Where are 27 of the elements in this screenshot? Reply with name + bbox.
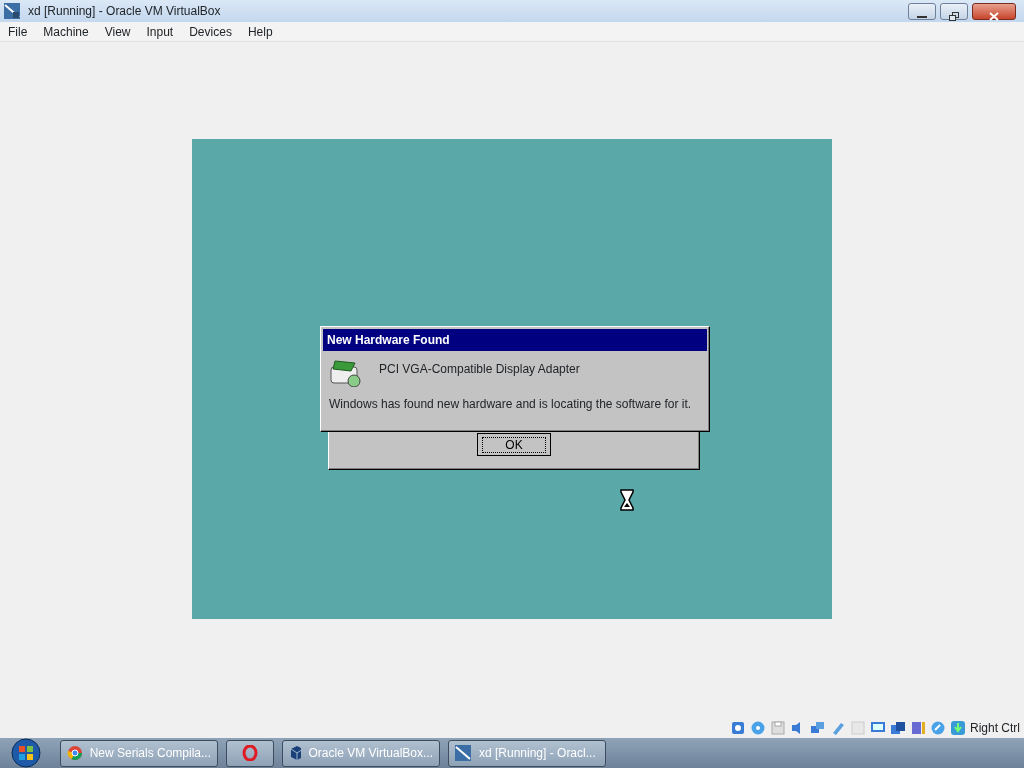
menu-item[interactable]: View (96, 22, 139, 41)
host-key-label: Right Ctrl (970, 720, 1020, 737)
minimize-button[interactable] (908, 2, 936, 20)
device-name: PCI VGA-Compatible Display Adapter (379, 361, 580, 378)
app-icon (455, 745, 471, 761)
ok-button[interactable]: OK (477, 433, 551, 456)
dialog-title: New Hardware Found (323, 329, 707, 351)
hourglass-icon (620, 489, 634, 511)
browser-icon (67, 745, 82, 761)
close-button[interactable] (972, 2, 1016, 20)
menu-item[interactable]: Input (138, 22, 182, 41)
optical-disc-icon[interactable] (750, 720, 766, 736)
menu-item[interactable]: Help (239, 22, 281, 41)
start-button[interactable] (8, 738, 44, 768)
menu-item[interactable]: Machine (35, 22, 97, 41)
menu-item[interactable]: Devices (181, 22, 240, 41)
hardware-icon (329, 357, 363, 387)
restore-icon (949, 11, 959, 21)
opera-icon (242, 745, 258, 761)
menu-item[interactable]: File (0, 22, 36, 41)
cube-icon (289, 745, 301, 761)
minimize-icon (917, 13, 927, 20)
taskbar-button[interactable] (226, 739, 274, 767)
window-title: xd [Running] - Oracle VM VirtualBox (28, 3, 221, 20)
dialog-message: Windows has found new hardware and is locating the software for it. (329, 397, 692, 411)
restore-button[interactable] (940, 2, 968, 20)
app-icon (4, 3, 20, 19)
